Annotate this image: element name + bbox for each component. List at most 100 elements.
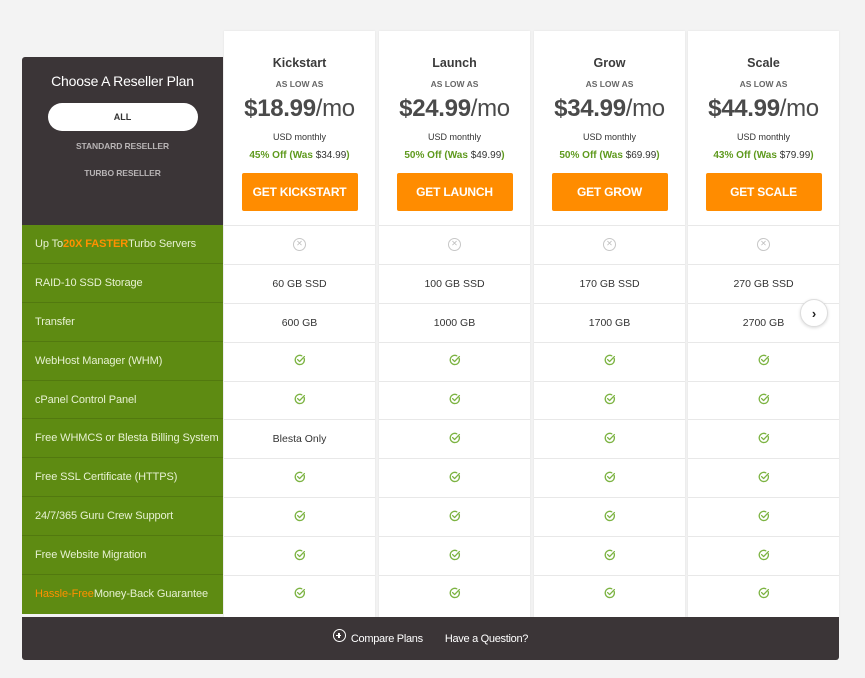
plan-name: Grow	[593, 56, 626, 70]
feature-cell: ✕	[224, 225, 375, 264]
feature-cell	[688, 419, 839, 458]
feature-cell: 170 GB SSD	[534, 263, 685, 303]
filter-all-button[interactable]: ALL	[47, 103, 198, 131]
plan-header: Kickstart AS LOW AS $18.99/mo USD monthly 45…	[224, 31, 375, 225]
get-launch-button[interactable]: GET LAUNCH	[396, 173, 513, 211]
feature-cell	[224, 341, 375, 381]
discount-close: )	[501, 150, 505, 161]
feature-cell: 100 GB SSD	[379, 263, 530, 303]
feature-cell	[534, 458, 685, 497]
currency-note: USD monthly	[427, 132, 481, 142]
feature-label-suffix: Turbo Servers	[128, 237, 197, 250]
get-grow-button[interactable]: GET GROW	[551, 173, 668, 211]
original-price: $34.99	[315, 150, 347, 161]
check-circle-icon	[449, 354, 461, 369]
currency-note: USD monthly	[582, 132, 636, 142]
feature-support: 24/7/365 Guru Crew Support	[22, 497, 223, 537]
check-circle-icon	[758, 510, 770, 525]
check-circle-icon	[758, 393, 770, 408]
plan-price: $34.99/mo	[534, 95, 685, 123]
check-circle-icon	[294, 549, 306, 564]
feature-cpanel: cPanel Control Panel	[22, 381, 223, 420]
plus-circle-icon	[332, 629, 346, 642]
check-circle-icon	[604, 393, 616, 408]
feature-cell	[224, 380, 375, 420]
feature-cell: ✕	[534, 225, 685, 264]
plan-price: $18.99/mo	[224, 95, 375, 123]
feature-cell: ✕	[379, 225, 530, 264]
filter-standard-reseller[interactable]: STANDARD RESELLER	[76, 141, 169, 151]
get-scale-button[interactable]: GET SCALE	[705, 173, 822, 211]
feature-cell: 1000 GB	[379, 302, 530, 342]
as-low-as-label: AS LOW AS	[275, 79, 324, 89]
feature-migration: Free Website Migration	[22, 536, 223, 576]
feature-cell	[534, 575, 685, 614]
feature-cell	[688, 575, 839, 614]
check-circle-icon	[604, 549, 616, 564]
feature-billing-system: Free WHMCS or Blesta Billing System	[22, 419, 223, 459]
check-circle-icon	[449, 510, 461, 525]
check-circle-icon	[758, 471, 770, 486]
check-circle-icon	[758, 549, 770, 564]
feature-cell	[534, 380, 685, 420]
feature-cell	[534, 419, 685, 458]
filter-turbo-reseller[interactable]: TURBO RESELLER	[84, 168, 161, 178]
price-amount: $34.99	[554, 95, 626, 122]
plan-price: $44.99/mo	[688, 95, 839, 123]
feature-cell	[379, 536, 530, 575]
check-circle-icon	[449, 587, 461, 602]
feature-cell	[688, 497, 839, 536]
check-circle-icon	[758, 432, 770, 447]
feature-cell	[379, 497, 530, 536]
panel-title: Choose A Reseller Plan	[51, 73, 194, 89]
check-circle-icon	[294, 354, 306, 369]
get-kickstart-button[interactable]: GET KICKSTART	[241, 173, 358, 211]
plan-name: Scale	[747, 56, 780, 70]
feature-ssd-storage: RAID-10 SSD Storage	[22, 264, 223, 303]
original-price: $49.99	[470, 150, 502, 161]
feature-cell	[379, 458, 530, 497]
check-circle-icon	[604, 432, 616, 447]
feature-label-suffix: Money-Back Guarantee	[93, 588, 208, 601]
price-period: /mo	[470, 95, 510, 122]
plan-card-launch: Launch AS LOW AS $24.99/mo USD monthly 50% O…	[379, 31, 530, 617]
discount-close: )	[810, 150, 814, 161]
compare-plans-link[interactable]: Compare Plans	[332, 629, 423, 645]
feature-cell	[379, 341, 530, 381]
price-amount: $44.99	[708, 95, 780, 122]
feature-cell: 270 GB SSD	[688, 263, 839, 303]
feature-cell	[224, 497, 375, 536]
discount-text: 50% Off (Was $69.99)	[534, 150, 685, 161]
discount-percent: 50% Off (Was	[404, 150, 471, 161]
feature-cell	[379, 380, 530, 420]
plan-header: Launch AS LOW AS $24.99/mo USD monthly 50% O…	[379, 31, 530, 225]
check-circle-icon	[449, 393, 461, 408]
original-price: $79.99	[779, 150, 811, 161]
feature-cell	[379, 419, 530, 458]
feature-highlight: Hassle-Free	[35, 588, 94, 601]
plan-card-kickstart: Kickstart AS LOW AS $18.99/mo USD monthly 45…	[224, 31, 375, 617]
check-circle-icon	[449, 471, 461, 486]
check-circle-icon	[758, 587, 770, 602]
check-circle-icon	[449, 432, 461, 447]
chevron-right-icon: ›	[811, 305, 817, 321]
compare-plans-label: Compare Plans	[350, 632, 423, 645]
currency-note: USD monthly	[272, 132, 326, 142]
have-a-question-link[interactable]: Have a Question?	[445, 633, 529, 645]
check-circle-icon	[294, 471, 306, 486]
check-circle-icon	[449, 549, 461, 564]
price-period: /mo	[779, 95, 819, 122]
check-circle-icon	[604, 354, 616, 369]
feature-cell	[688, 341, 839, 381]
feature-cell: Blesta Only	[224, 419, 375, 458]
discount-percent: 45% Off (Was	[249, 150, 316, 161]
as-low-as-label: AS LOW AS	[585, 79, 634, 89]
discount-text: 43% Off (Was $79.99)	[688, 150, 839, 161]
feature-cell	[688, 458, 839, 497]
carousel-next-button[interactable]: ›	[800, 299, 828, 327]
plan-name: Launch	[432, 56, 477, 70]
x-circle-icon: ✕	[603, 238, 616, 252]
feature-cell	[688, 536, 839, 575]
feature-cell	[379, 575, 530, 614]
as-low-as-label: AS LOW AS	[430, 79, 479, 89]
